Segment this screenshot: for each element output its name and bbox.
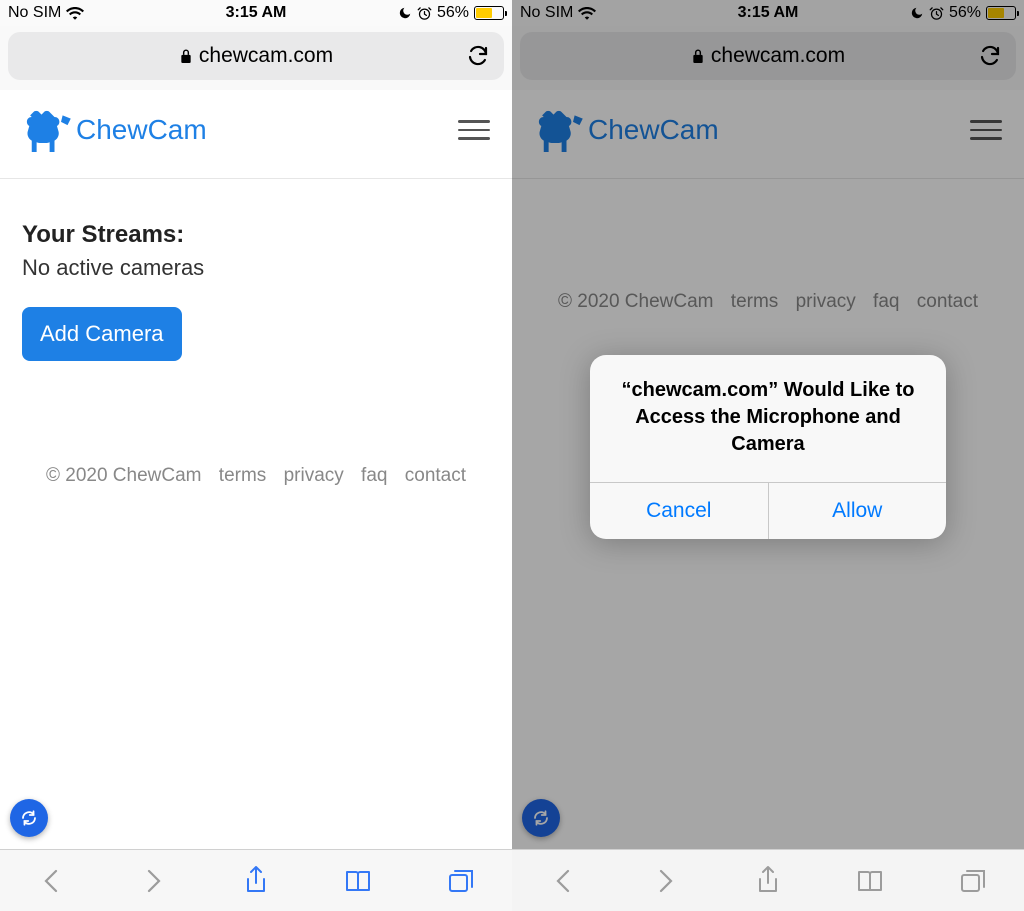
footer-link-privacy[interactable]: privacy bbox=[284, 465, 344, 486]
clock-text: 3:15 AM bbox=[512, 4, 1024, 22]
phone-screenshot-left: No SIM 3:15 AM 56% chewcam.com bbox=[0, 0, 512, 911]
reload-button[interactable] bbox=[466, 32, 490, 80]
hamburger-menu-button[interactable] bbox=[458, 120, 490, 140]
site-logo[interactable]: ChewCam bbox=[534, 104, 719, 156]
footer: © 2020 ChewCam terms privacy faq contact bbox=[22, 465, 490, 487]
sync-fab-button[interactable] bbox=[522, 799, 560, 837]
sync-icon bbox=[532, 809, 550, 827]
bookmarks-button[interactable] bbox=[849, 860, 891, 902]
phone-screenshot-right: No SIM 3:15 AM 56% chewcam.com bbox=[512, 0, 1024, 911]
footer-link-faq[interactable]: faq bbox=[873, 291, 899, 312]
footer-link-terms[interactable]: terms bbox=[219, 465, 267, 486]
site-header: ChewCam bbox=[0, 90, 512, 179]
dog-logo-icon bbox=[534, 104, 586, 156]
lock-icon bbox=[691, 47, 705, 65]
url-bar-area: chewcam.com bbox=[0, 26, 512, 90]
url-text: chewcam.com bbox=[199, 44, 333, 68]
footer-link-terms[interactable]: terms bbox=[731, 291, 779, 312]
page-content: Your Streams: No active cameras Add Came… bbox=[0, 179, 512, 849]
share-button[interactable] bbox=[235, 860, 277, 902]
url-text: chewcam.com bbox=[711, 44, 845, 68]
battery-icon bbox=[474, 6, 504, 20]
lock-icon bbox=[179, 47, 193, 65]
status-bar: No SIM 3:15 AM 56% bbox=[512, 0, 1024, 26]
battery-icon bbox=[986, 6, 1016, 20]
site-header: ChewCam bbox=[512, 90, 1024, 179]
footer: © 2020 ChewCam terms privacy faq contact bbox=[534, 291, 1002, 313]
add-camera-button[interactable]: Add Camera bbox=[22, 307, 182, 361]
permission-cancel-button[interactable]: Cancel bbox=[590, 483, 768, 539]
url-bar[interactable]: chewcam.com bbox=[8, 32, 504, 80]
logo-text: ChewCam bbox=[76, 114, 207, 146]
share-button[interactable] bbox=[747, 860, 789, 902]
site-logo[interactable]: ChewCam bbox=[22, 104, 207, 156]
tabs-button[interactable] bbox=[952, 860, 994, 902]
url-bar[interactable]: chewcam.com bbox=[520, 32, 1016, 80]
footer-link-contact[interactable]: contact bbox=[917, 291, 978, 312]
url-bar-area: chewcam.com bbox=[512, 26, 1024, 90]
back-button[interactable] bbox=[30, 860, 72, 902]
streams-status: No active cameras bbox=[22, 255, 490, 281]
logo-text: ChewCam bbox=[588, 114, 719, 146]
permission-allow-button[interactable]: Allow bbox=[768, 483, 947, 539]
forward-button[interactable] bbox=[645, 860, 687, 902]
status-bar: No SIM 3:15 AM 56% bbox=[0, 0, 512, 26]
bookmarks-button[interactable] bbox=[337, 860, 379, 902]
clock-text: 3:15 AM bbox=[0, 4, 512, 22]
hamburger-menu-button[interactable] bbox=[970, 120, 1002, 140]
permission-dialog: “chewcam.com” Would Like to Access the M… bbox=[590, 355, 946, 539]
streams-title: Your Streams: bbox=[22, 221, 490, 249]
sync-icon bbox=[20, 809, 38, 827]
back-button[interactable] bbox=[542, 860, 584, 902]
footer-link-contact[interactable]: contact bbox=[405, 465, 466, 486]
forward-button[interactable] bbox=[133, 860, 175, 902]
reload-button[interactable] bbox=[978, 32, 1002, 80]
safari-toolbar bbox=[512, 849, 1024, 911]
tabs-button[interactable] bbox=[440, 860, 482, 902]
footer-copyright: © 2020 ChewCam bbox=[558, 291, 714, 312]
footer-link-privacy[interactable]: privacy bbox=[796, 291, 856, 312]
sync-fab-button[interactable] bbox=[10, 799, 48, 837]
footer-link-faq[interactable]: faq bbox=[361, 465, 387, 486]
safari-toolbar bbox=[0, 849, 512, 911]
dog-logo-icon bbox=[22, 104, 74, 156]
permission-dialog-text: “chewcam.com” Would Like to Access the M… bbox=[590, 355, 946, 482]
footer-copyright: © 2020 ChewCam bbox=[46, 465, 202, 486]
